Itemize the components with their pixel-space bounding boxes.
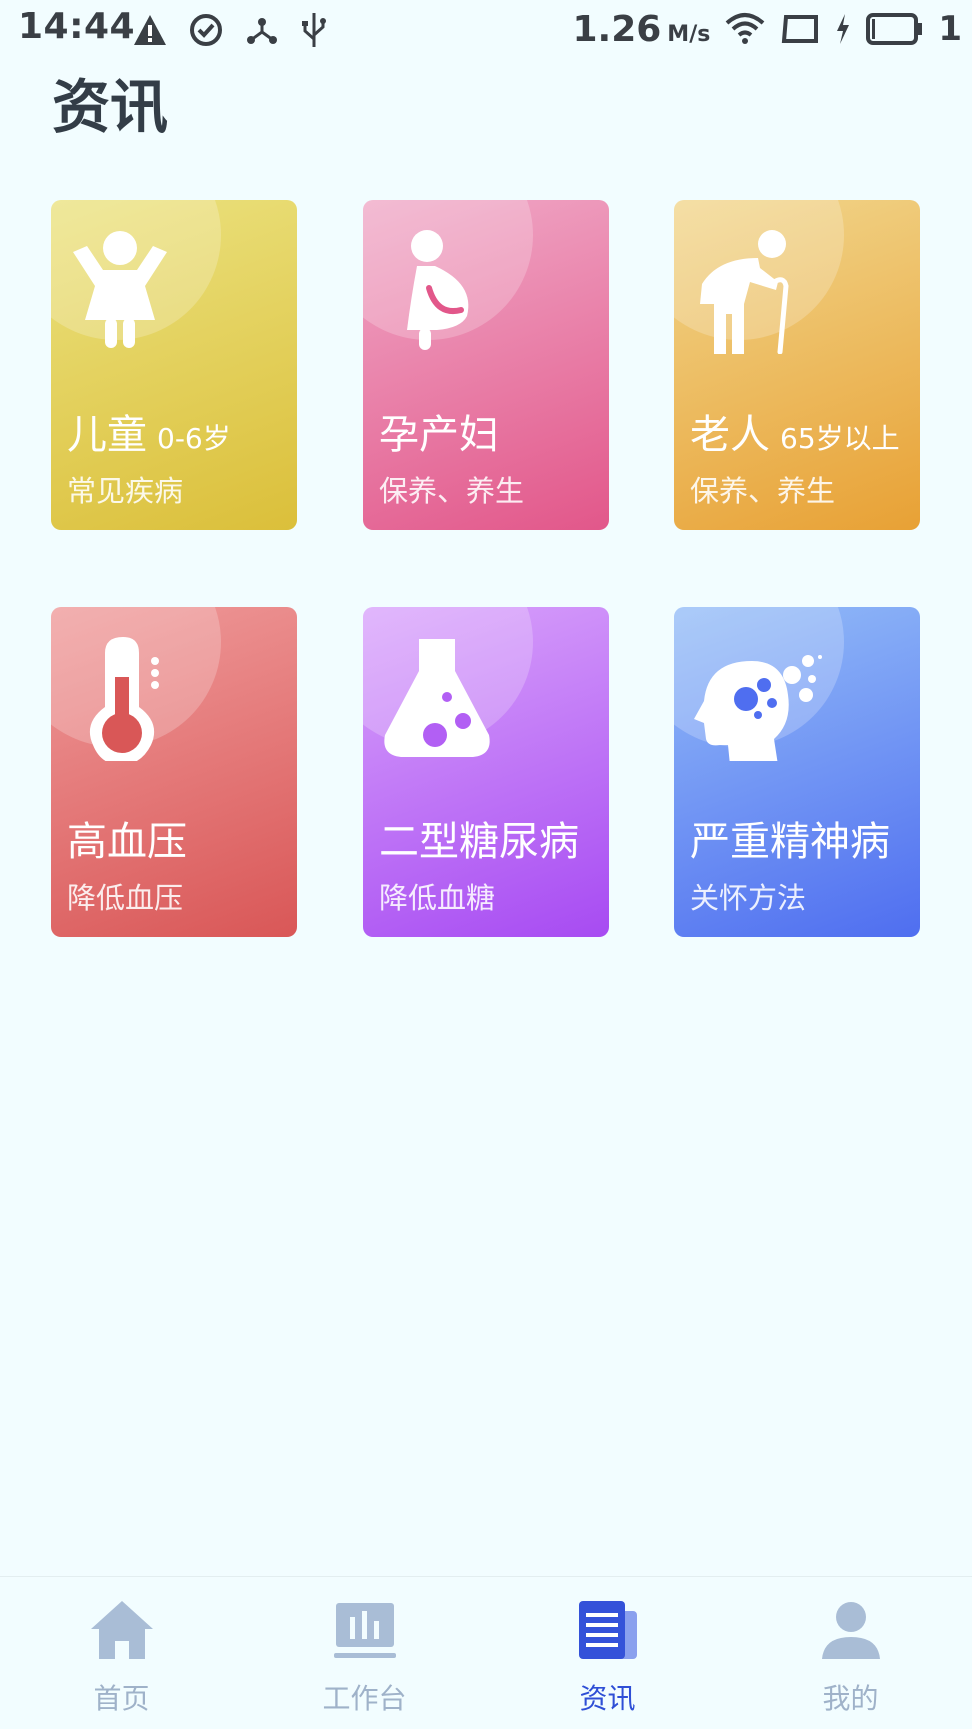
- status-time: 14:44: [18, 6, 136, 47]
- tab-label: 首页: [93, 1682, 150, 1715]
- card-title: 二型糖尿病: [379, 819, 579, 865]
- screen-icon: [782, 15, 819, 43]
- tab-home[interactable]: 首页: [0, 1577, 243, 1729]
- page-title: 资讯: [52, 73, 169, 141]
- card-subtitle: 保养、养生: [690, 474, 836, 508]
- card-subtitle: 常见疾病: [67, 474, 184, 508]
- check-circle-icon: [190, 14, 222, 46]
- tab-news[interactable]: 资讯: [486, 1577, 729, 1729]
- charging-icon: [837, 14, 850, 44]
- card-title: 高血压: [67, 819, 187, 865]
- card-child[interactable]: 儿童 0-6岁 常见疾病: [51, 200, 297, 530]
- card-title: 严重精神病: [690, 819, 890, 865]
- card-title: 儿童 0-6岁: [67, 412, 231, 458]
- flask-icon: [384, 639, 490, 757]
- news-icon: [578, 1601, 637, 1659]
- usb-icon: [302, 13, 326, 47]
- card-subtitle: 降低血糖: [379, 881, 496, 915]
- bottom-tab-bar: 首页 工作台 资讯 我的: [0, 1576, 972, 1729]
- thermometer-icon: [90, 637, 159, 761]
- card-title: 老人 65岁以上: [690, 412, 900, 458]
- card-diabetes[interactable]: 二型糖尿病 降低血糖: [363, 607, 609, 937]
- status-bar: 14:44 1.26 M/s 1: [0, 0, 972, 60]
- card-mental-illness[interactable]: 严重精神病 关怀方法: [674, 607, 920, 937]
- card-pregnant[interactable]: 孕产妇 保养、养生: [363, 200, 609, 530]
- share-hub-icon: [247, 18, 277, 44]
- tab-label: 资讯: [579, 1682, 636, 1715]
- workbench-icon: [333, 1603, 396, 1658]
- card-subtitle: 保养、养生: [379, 474, 525, 508]
- profile-icon: [821, 1602, 880, 1659]
- card-hypertension[interactable]: 高血压 降低血压: [51, 607, 297, 937]
- battery-icon: [866, 13, 923, 45]
- warning-icon: [134, 15, 166, 45]
- child-icon: [73, 231, 167, 348]
- tab-profile[interactable]: 我的: [729, 1577, 972, 1729]
- status-right: 1.26 M/s 1: [572, 6, 962, 52]
- status-left-icons: [132, 10, 328, 50]
- wifi-icon: [726, 13, 765, 44]
- card-subtitle: 降低血压: [67, 881, 184, 915]
- card-elderly[interactable]: 老人 65岁以上 保养、养生: [674, 200, 920, 530]
- pregnant-woman-icon: [407, 230, 469, 350]
- elderly-icon: [700, 230, 789, 354]
- tab-label: 工作台: [322, 1682, 407, 1715]
- tab-label: 我的: [822, 1682, 879, 1715]
- battery-level: 1: [938, 9, 962, 49]
- tab-workbench[interactable]: 工作台: [243, 1577, 486, 1729]
- home-icon: [90, 1601, 153, 1659]
- network-speed: 1.26 M/s: [572, 8, 711, 50]
- head-bubbles-icon: [694, 655, 822, 761]
- card-subtitle: 关怀方法: [690, 881, 807, 915]
- card-title: 孕产妇: [379, 412, 499, 458]
